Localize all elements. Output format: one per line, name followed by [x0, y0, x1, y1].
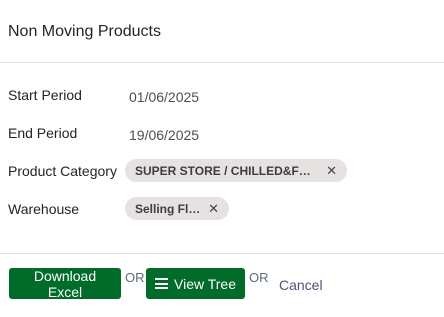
start-period-label: Start Period	[8, 87, 82, 103]
end-period-label: End Period	[8, 125, 78, 141]
view-tree-button[interactable]: View Tree	[146, 268, 245, 299]
or-separator: OR	[249, 270, 269, 285]
view-tree-label: View Tree	[174, 275, 236, 292]
or-separator: OR	[125, 270, 145, 285]
product-category-tag-text: SUPER STORE / CHILLED&FROZ…	[135, 163, 320, 178]
dialog-title: Non Moving Products	[8, 23, 161, 40]
dialog-body: Start Period 01/06/2025 End Period 19/06…	[0, 63, 444, 254]
cancel-link[interactable]: Cancel	[279, 277, 323, 293]
close-icon[interactable]: ✕	[326, 163, 337, 179]
warehouse-label: Warehouse	[8, 201, 80, 217]
product-category-row: Product Category SUPER STORE / CHILLED&F…	[0, 159, 444, 197]
warehouse-row: Warehouse Selling Floor ✕	[0, 197, 444, 235]
start-period-field[interactable]: 01/06/2025	[129, 89, 199, 105]
list-icon	[155, 278, 168, 289]
product-category-label: Product Category	[8, 163, 117, 179]
dialog-header: Non Moving Products	[0, 0, 444, 63]
dialog-footer: Download Excel OR View Tree OR Cancel	[0, 266, 444, 302]
warehouse-tag-text: Selling Floor	[135, 201, 202, 216]
end-period-row: End Period 19/06/2025	[0, 121, 444, 159]
start-period-row: Start Period 01/06/2025	[0, 83, 444, 121]
product-category-tag: SUPER STORE / CHILLED&FROZ… ✕	[125, 159, 347, 182]
download-excel-button[interactable]: Download Excel	[9, 268, 121, 300]
warehouse-tag: Selling Floor ✕	[125, 197, 229, 220]
close-icon[interactable]: ✕	[208, 201, 219, 217]
non-moving-products-dialog: Non Moving Products Start Period 01/06/2…	[0, 0, 444, 317]
end-period-field[interactable]: 19/06/2025	[129, 127, 199, 143]
